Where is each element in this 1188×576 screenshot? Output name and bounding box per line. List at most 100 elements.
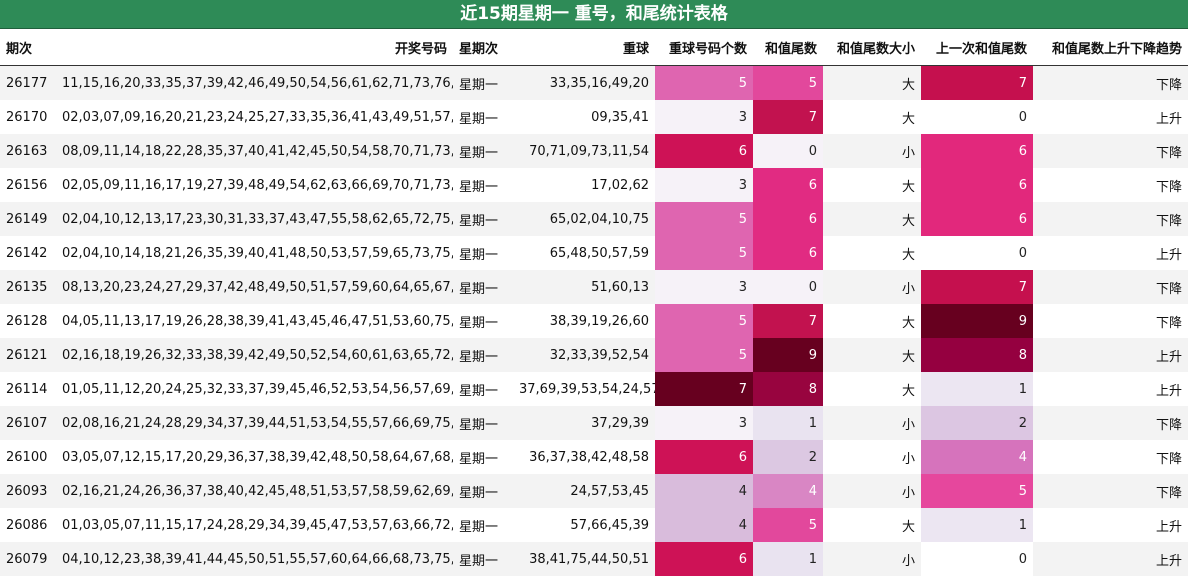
cell-weekday: 星期一 <box>453 66 513 101</box>
cell-period: 26149 <box>0 202 56 236</box>
table-title: 近15期星期一 重号，和尾统计表格 <box>0 0 1188 29</box>
cell-period: 26135 <box>0 270 56 304</box>
table-row: 2616308,09,11,14,18,22,28,35,37,40,41,42… <box>0 134 1188 168</box>
cell-repeat-count: 5 <box>655 338 753 372</box>
cell-period: 26170 <box>0 100 56 134</box>
cell-repeat-count: 3 <box>655 270 753 304</box>
cell-weekday: 星期一 <box>453 304 513 338</box>
cell-numbers: 01,03,05,07,11,15,17,24,28,29,34,39,45,4… <box>56 508 453 542</box>
cell-trend: 上升 <box>1033 100 1188 134</box>
header-numbers: 开奖号码 <box>56 29 453 66</box>
cell-trend: 上升 <box>1033 236 1188 270</box>
cell-period: 26114 <box>0 372 56 406</box>
cell-trend: 下降 <box>1033 66 1188 101</box>
table-body: 2617711,15,16,20,33,35,37,39,42,46,49,50… <box>0 66 1188 576</box>
cell-numbers: 02,08,16,21,24,28,29,34,37,39,44,51,53,5… <box>56 406 453 440</box>
cell-size: 小 <box>823 440 921 474</box>
cell-weekday: 星期一 <box>453 236 513 270</box>
cell-size: 小 <box>823 406 921 440</box>
cell-period: 26107 <box>0 406 56 440</box>
cell-repeat-count: 7 <box>655 372 753 406</box>
cell-repeat: 36,37,38,42,48,58 <box>513 440 655 474</box>
cell-size: 大 <box>823 168 921 202</box>
cell-size: 小 <box>823 270 921 304</box>
cell-repeat: 38,41,75,44,50,51 <box>513 542 655 576</box>
cell-size: 大 <box>823 508 921 542</box>
cell-period: 26177 <box>0 66 56 101</box>
cell-trend: 上升 <box>1033 542 1188 576</box>
cell-trend: 下降 <box>1033 168 1188 202</box>
cell-trend: 上升 <box>1033 508 1188 542</box>
cell-repeat: 57,66,45,39 <box>513 508 655 542</box>
cell-repeat: 65,02,04,10,75 <box>513 202 655 236</box>
cell-period: 26121 <box>0 338 56 372</box>
cell-period: 26128 <box>0 304 56 338</box>
header-sum-tail: 和值尾数 <box>753 29 823 66</box>
cell-size: 大 <box>823 100 921 134</box>
header-trend: 和值尾数上升下降趋势 <box>1033 29 1188 66</box>
table-row: 2613508,13,20,23,24,27,29,37,42,48,49,50… <box>0 270 1188 304</box>
cell-repeat-count: 3 <box>655 168 753 202</box>
cell-prev-tail: 4 <box>921 440 1033 474</box>
header-size: 和值尾数大小 <box>823 29 921 66</box>
header-repeat-count: 重球号码个数 <box>655 29 753 66</box>
cell-repeat-count: 3 <box>655 100 753 134</box>
cell-weekday: 星期一 <box>453 474 513 508</box>
cell-repeat-count: 3 <box>655 406 753 440</box>
table-row: 2610003,05,07,12,15,17,20,29,36,37,38,39… <box>0 440 1188 474</box>
cell-numbers: 02,03,07,09,16,20,21,23,24,25,27,33,35,3… <box>56 100 453 134</box>
cell-repeat: 37,29,39 <box>513 406 655 440</box>
cell-trend: 下降 <box>1033 440 1188 474</box>
cell-period: 26086 <box>0 508 56 542</box>
header-period: 期次 <box>0 29 56 66</box>
cell-sum-tail: 6 <box>753 202 823 236</box>
cell-repeat-count: 6 <box>655 134 753 168</box>
cell-repeat-count: 5 <box>655 202 753 236</box>
cell-repeat: 17,02,62 <box>513 168 655 202</box>
cell-trend: 下降 <box>1033 406 1188 440</box>
table-row: 2612102,16,18,19,26,32,33,38,39,42,49,50… <box>0 338 1188 372</box>
cell-sum-tail: 9 <box>753 338 823 372</box>
cell-size: 大 <box>823 236 921 270</box>
cell-sum-tail: 5 <box>753 66 823 101</box>
cell-repeat: 33,35,16,49,20 <box>513 66 655 101</box>
cell-period: 26163 <box>0 134 56 168</box>
cell-repeat-count: 5 <box>655 236 753 270</box>
cell-prev-tail: 1 <box>921 372 1033 406</box>
cell-prev-tail: 5 <box>921 474 1033 508</box>
table-row: 2608601,03,05,07,11,15,17,24,28,29,34,39… <box>0 508 1188 542</box>
table-row: 2609302,16,21,24,26,36,37,38,40,42,45,48… <box>0 474 1188 508</box>
cell-prev-tail: 0 <box>921 542 1033 576</box>
cell-size: 大 <box>823 202 921 236</box>
cell-sum-tail: 0 <box>753 270 823 304</box>
cell-period: 26100 <box>0 440 56 474</box>
cell-sum-tail: 1 <box>753 406 823 440</box>
header-row: 期次 开奖号码 星期次 重球 重球号码个数 和值尾数 和值尾数大小 上一次和值尾… <box>0 29 1188 66</box>
cell-weekday: 星期一 <box>453 338 513 372</box>
cell-repeat: 09,35,41 <box>513 100 655 134</box>
cell-repeat: 24,57,53,45 <box>513 474 655 508</box>
cell-prev-tail: 0 <box>921 236 1033 270</box>
cell-prev-tail: 6 <box>921 202 1033 236</box>
cell-weekday: 星期一 <box>453 202 513 236</box>
table-row: 2610702,08,16,21,24,28,29,34,37,39,44,51… <box>0 406 1188 440</box>
cell-size: 大 <box>823 66 921 101</box>
cell-sum-tail: 0 <box>753 134 823 168</box>
cell-prev-tail: 2 <box>921 406 1033 440</box>
cell-repeat: 70,71,09,73,11,54 <box>513 134 655 168</box>
cell-size: 大 <box>823 372 921 406</box>
cell-repeat-count: 5 <box>655 66 753 101</box>
cell-sum-tail: 5 <box>753 508 823 542</box>
table-row: 2607904,10,12,23,38,39,41,44,45,50,51,55… <box>0 542 1188 576</box>
cell-repeat: 37,69,39,53,54,24,57 <box>513 372 655 406</box>
cell-sum-tail: 2 <box>753 440 823 474</box>
table-row: 2617002,03,07,09,16,20,21,23,24,25,27,33… <box>0 100 1188 134</box>
cell-repeat-count: 6 <box>655 440 753 474</box>
cell-trend: 上升 <box>1033 338 1188 372</box>
cell-prev-tail: 7 <box>921 66 1033 101</box>
cell-prev-tail: 0 <box>921 100 1033 134</box>
cell-numbers: 02,04,10,14,18,21,26,35,39,40,41,48,50,5… <box>56 236 453 270</box>
cell-size: 小 <box>823 474 921 508</box>
cell-numbers: 02,04,10,12,13,17,23,30,31,33,37,43,47,5… <box>56 202 453 236</box>
table-row: 2614202,04,10,14,18,21,26,35,39,40,41,48… <box>0 236 1188 270</box>
